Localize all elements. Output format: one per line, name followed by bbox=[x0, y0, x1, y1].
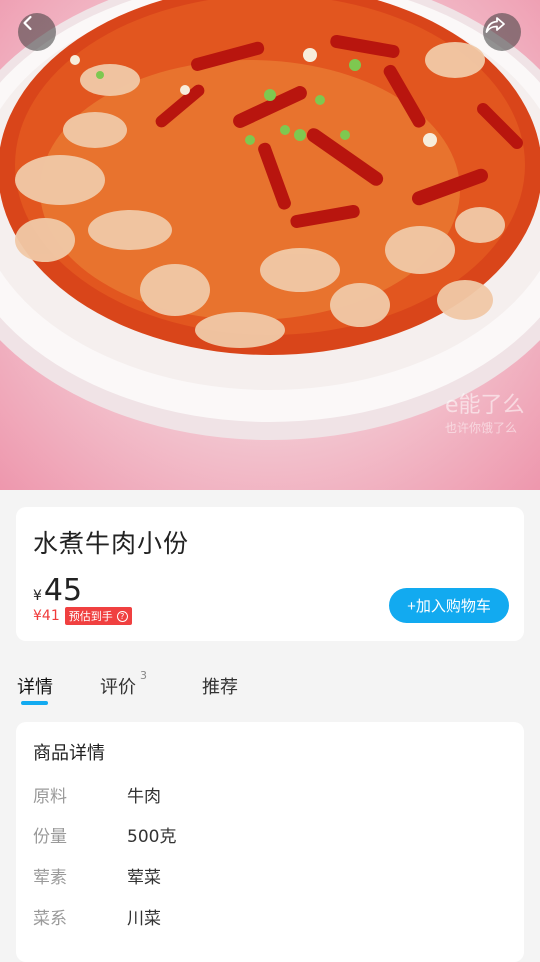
spec-value: 川菜 bbox=[127, 909, 161, 929]
spec-value: 荤菜 bbox=[127, 868, 161, 888]
estimated-price: ¥41 bbox=[33, 608, 60, 624]
dish-illustration: e能了么 也许你饿了么 bbox=[0, 0, 540, 440]
back-button[interactable] bbox=[18, 13, 56, 51]
product-info-card: 水煮牛肉小份 ¥ 45 ¥41 预估到手 ? +加入购物车 bbox=[16, 507, 524, 641]
tab-recommend[interactable]: 推荐 bbox=[202, 673, 238, 699]
watermark-logo: e能了么 bbox=[445, 393, 525, 418]
estimated-price-row: ¥41 预估到手 ? bbox=[33, 607, 132, 625]
spec-value: 牛肉 bbox=[127, 787, 161, 807]
price-row: ¥ 45 bbox=[33, 573, 82, 608]
product-price: 45 bbox=[43, 573, 83, 608]
tab-reviews-label: 评价 bbox=[100, 677, 136, 698]
spec-label: 份量 bbox=[33, 827, 67, 847]
estimate-badge[interactable]: 预估到手 ? bbox=[64, 607, 132, 625]
reviews-count: 3 bbox=[140, 669, 147, 682]
spec-label: 荤素 bbox=[33, 868, 67, 888]
spec-label: 原料 bbox=[33, 787, 67, 807]
tab-detail-label: 详情 bbox=[17, 677, 53, 698]
product-name: 水煮牛肉小份 bbox=[33, 529, 190, 558]
active-tab-indicator bbox=[21, 701, 48, 705]
tab-detail[interactable]: 详情 bbox=[17, 673, 53, 699]
share-button[interactable] bbox=[483, 13, 521, 51]
share-arrow-icon bbox=[485, 17, 505, 33]
chevron-left-icon bbox=[23, 15, 32, 31]
estimate-label: 预估到手 bbox=[68, 610, 113, 623]
tab-recommend-label: 推荐 bbox=[202, 677, 238, 698]
question-circle-icon: ? bbox=[116, 610, 128, 622]
watermark-subtitle: 也许你饿了么 bbox=[445, 421, 517, 435]
details-title: 商品详情 bbox=[33, 743, 105, 764]
add-to-cart-button[interactable]: +加入购物车 bbox=[389, 588, 509, 623]
currency-symbol: ¥ bbox=[33, 588, 42, 604]
product-hero-image: e能了么 也许你饿了么 bbox=[0, 0, 540, 490]
spec-label: 菜系 bbox=[33, 909, 67, 929]
product-details-card: 商品详情 原料 牛肉 份量 500克 荤素 荤菜 菜系 川菜 bbox=[16, 722, 524, 962]
tab-reviews[interactable]: 评价 3 bbox=[100, 669, 147, 699]
spec-value: 500克 bbox=[127, 827, 177, 847]
tab-bar: 详情 评价 3 推荐 bbox=[0, 663, 540, 707]
